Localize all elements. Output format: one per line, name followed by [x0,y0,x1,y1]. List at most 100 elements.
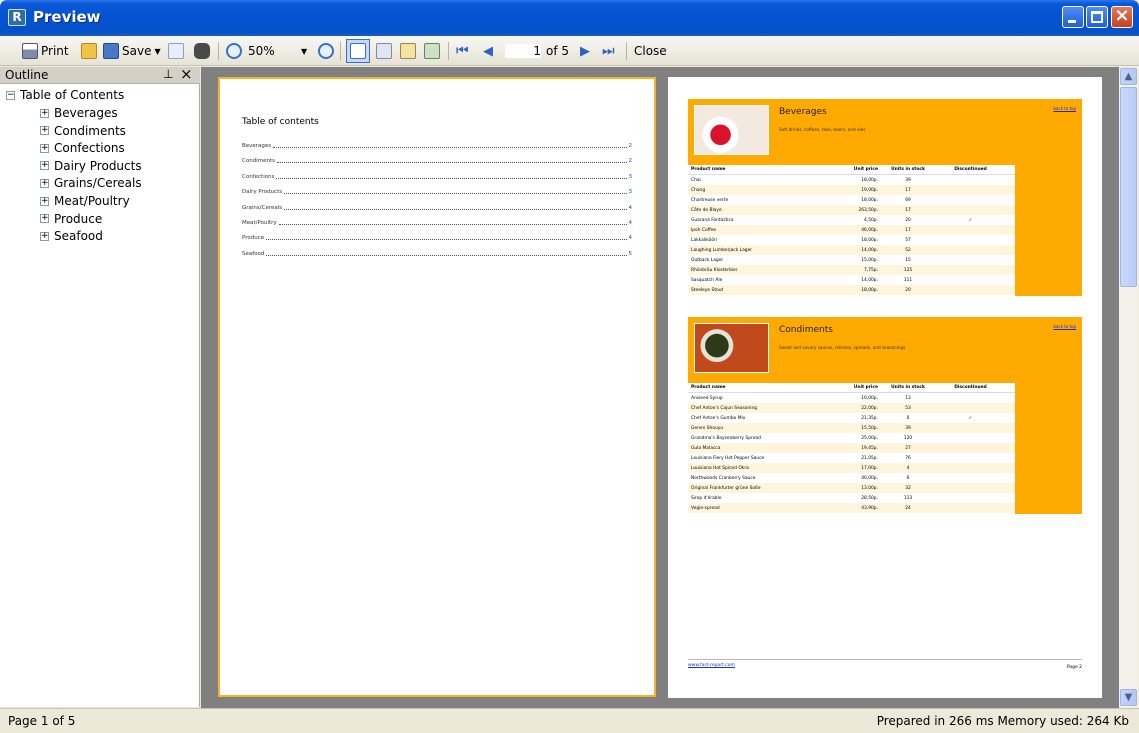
tree-item[interactable]: + Grains/Cereals [40,175,142,191]
zoom-in-button[interactable] [318,41,334,61]
table-cell: 76 [905,455,911,461]
page-setup-button[interactable] [376,41,392,61]
table-cell: Gula Malacca [691,445,721,451]
toc-row[interactable]: Meat/Poultry 4 [242,216,632,226]
table-header-row: Product name Unit price Units in stock Disc… [688,165,1015,175]
expand-icon[interactable]: + [40,231,49,241]
beverages-image [694,105,769,155]
edit-button[interactable] [400,41,416,61]
toc-page-link[interactable]: 3 [629,174,633,180]
scroll-down-button[interactable]: ▼ [1120,689,1137,706]
maximize-icon [1091,11,1103,23]
tree-item[interactable]: + Meat/Poultry [40,193,130,209]
footer-divider [688,659,1082,660]
minimize-button[interactable] [1062,6,1084,28]
table-cell: 17 [905,207,911,213]
zoom-out-button[interactable] [226,41,242,61]
collapse-icon[interactable]: − [6,90,15,100]
toc-row[interactable]: Dairy Products 3 [242,185,632,195]
close-window-button[interactable]: × [1111,5,1133,28]
table-row: Aniseed Syrup 10,00p. 13 [688,393,1015,403]
toolbar: Print Save ▼ 50% ▼ ⏮ ◀ 1 of 5 ▶ ⏭ Close [0,36,1139,66]
save-button[interactable]: Save ▼ [103,41,161,61]
scroll-thumb[interactable] [1120,87,1137,287]
back-to-top-link[interactable]: back to top [1053,324,1076,329]
open-button[interactable] [81,41,97,61]
close-outline-icon[interactable]: × [180,65,193,83]
table-cell: Guaraná Fantástica [691,217,734,223]
toc-row[interactable]: Confections 3 [242,170,632,180]
table-row: Louisiana Fiery Hot Pepper Sauce 21,05p. 7… [688,453,1015,463]
expand-icon[interactable]: + [40,161,49,171]
table-cell: 20 [905,217,911,223]
tree-item[interactable]: + Beverages [40,105,118,121]
tree-item[interactable]: + Seafood [40,228,103,244]
toc-entry-name: Meat/Poultry [242,220,277,226]
toc-row[interactable]: Grains/Cereals 4 [242,201,632,211]
find-button[interactable] [194,41,210,61]
toc-row[interactable]: Seafood 5 [242,247,632,257]
expand-icon[interactable]: + [40,108,49,118]
tree-item-label: Grains/Cereals [54,176,142,191]
table-cell: Chef Anton's Gumbo Mix [691,415,746,421]
toc-page-link[interactable]: 2 [629,143,633,149]
watermark-button[interactable] [424,41,440,61]
prev-page-button[interactable]: ◀ [483,41,493,61]
toc-entry-name: Seafood [242,250,265,257]
preview-viewport[interactable]: Table of contents Beverages 2 Condiments 2 C… [201,67,1119,708]
toc-leader [273,147,627,148]
printer-icon [22,43,38,59]
vertical-scrollbar[interactable]: ▲ ▼ [1119,67,1138,708]
tree-item[interactable]: + Dairy Products [40,158,142,174]
toc-page-link[interactable]: 2 [629,158,633,164]
toc-page-link[interactable]: 4 [629,205,633,211]
toc-row[interactable]: Beverages 2 [242,139,632,149]
condiments-table: Product name Unit price Units in stock Disc… [688,383,1015,513]
outline-icon [350,43,366,59]
toc-row[interactable]: Condiments 2 [242,154,632,164]
toolbar-separator [218,42,219,60]
zoom-value: 50% [248,44,275,58]
footer-page-number: Page 2 [1066,665,1082,670]
toc-page-link[interactable]: 5 [629,251,633,257]
toc-page-link[interactable]: 4 [629,235,633,241]
outline-tree: − Table of Contents + Beverages + Condiment… [0,84,200,707]
pin-icon[interactable]: ⊥ [163,67,173,81]
expand-icon[interactable]: + [40,126,49,136]
maximize-button[interactable] [1086,6,1108,28]
outline-toggle-button[interactable] [346,39,370,63]
footer-link[interactable]: www.fast-report.com [688,663,735,668]
condiments-header: Condiments Sweet and savory sauces, reli… [688,317,1082,383]
expand-icon[interactable]: + [40,178,49,188]
last-page-button[interactable]: ⏭ [602,41,615,61]
tree-root[interactable]: − Table of Contents [6,87,124,103]
table-cell: 6 [906,475,910,481]
first-page-button[interactable]: ⏮ [456,41,469,61]
toolbar-separator [448,42,449,60]
expand-icon[interactable]: + [40,214,49,224]
table-header-row: Product name Unit price Units in stock Disc… [688,383,1015,393]
table-row: Chang 19,00p. 17 [688,185,1015,195]
page-number-field[interactable]: 1 [505,41,541,61]
scroll-up-button[interactable]: ▲ [1120,68,1137,85]
tree-item[interactable]: + Condiments [40,123,126,139]
toc-row[interactable]: Produce 4 [242,231,632,241]
tree-item[interactable]: + Confections [40,140,125,156]
status-bar: Page 1 of 5 Prepared in 266 ms Memory us… [0,708,1139,733]
toc-page-link[interactable]: 3 [629,189,633,195]
next-page-icon: ▶ [580,43,590,59]
zoom-select[interactable]: 50% ▼ [248,41,307,61]
tree-item[interactable]: + Produce [40,211,102,227]
report-page-1[interactable]: Table of contents Beverages 2 Condiments 2 C… [218,77,656,697]
print-button[interactable]: Print [22,41,69,61]
next-page-button[interactable]: ▶ [580,41,590,61]
discontinued-check-icon: ✓ [968,415,973,421]
table-cell: 14,00p. [861,277,878,283]
toc-page-link[interactable]: 4 [629,220,633,226]
expand-icon[interactable]: + [40,143,49,153]
back-to-top-link[interactable]: back to top [1053,106,1076,111]
expand-icon[interactable]: + [40,196,49,206]
email-button[interactable] [168,41,184,61]
report-page-2[interactable]: Beverages Soft drinks, coffees, teas, be… [668,77,1102,698]
close-preview-button[interactable]: Close [634,41,667,61]
